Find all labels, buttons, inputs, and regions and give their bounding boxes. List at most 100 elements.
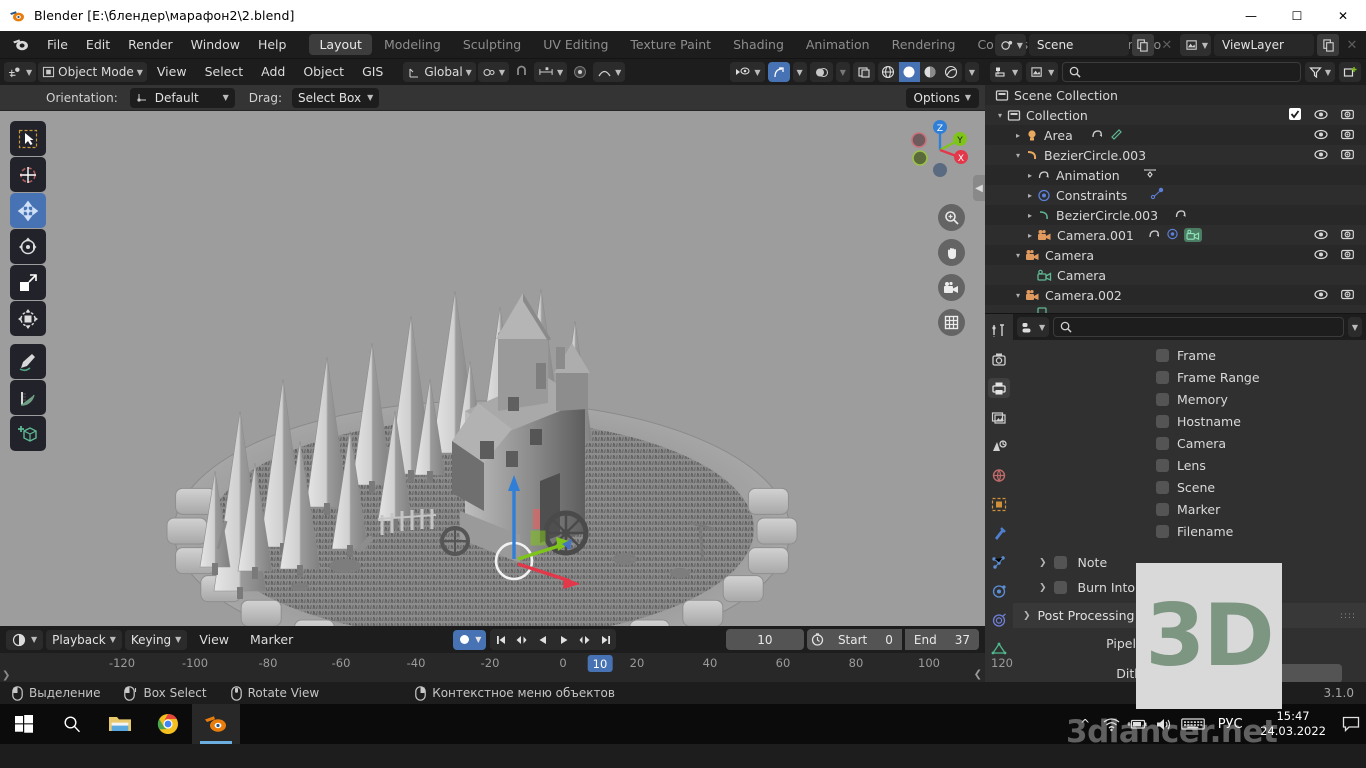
viewport-menu-select[interactable]: Select [197,62,252,82]
measure-tool[interactable] [10,380,46,415]
workspace-tab-layout[interactable]: Layout [309,34,372,55]
chevron-right-icon[interactable]: ❯ [1039,583,1047,593]
animation-icon[interactable] [1174,208,1188,223]
expand-triangle-icon[interactable]: ▾ [1011,151,1025,160]
viewport-options-button[interactable]: Options ▼ [905,87,979,108]
checkbox-icon[interactable] [1053,556,1067,569]
constraint-icon[interactable] [1166,228,1179,243]
menu-edit[interactable]: Edit [77,31,119,59]
expand-triangle-icon[interactable]: ▸ [1011,131,1025,140]
modifier-tab[interactable] [988,523,1010,543]
search-button[interactable] [48,704,96,744]
blender-menu-logo-icon[interactable] [8,36,32,53]
scene-tab[interactable] [988,436,1010,456]
properties-search-input[interactable] [1053,317,1344,337]
checkbox-icon[interactable] [1156,480,1169,494]
dot-line-icon[interactable] [1149,187,1165,203]
solid-shading-button[interactable] [898,62,920,82]
timeline-menu-marker[interactable]: Marker [241,630,302,650]
eye-icon[interactable] [1314,148,1328,163]
transform-tool[interactable] [10,301,46,336]
unlink-scene-button[interactable]: ✕ [1157,34,1177,56]
chevron-down-icon[interactable]: ❯ [1023,611,1031,621]
expand-triangle-icon[interactable]: ▾ [1011,251,1025,260]
workspace-tab-texture-paint[interactable]: Texture Paint [620,34,721,55]
outliner-row-scene-collection[interactable]: Scene Collection [985,85,1366,105]
gizmo-settings-dropdown[interactable]: ▼ [792,62,807,82]
eye-icon[interactable] [1314,228,1328,243]
checkbox-icon[interactable] [1289,107,1301,123]
eye-icon[interactable] [1314,128,1328,143]
blender-taskbar-button[interactable] [192,704,240,744]
outliner-row-camera[interactable]: ▾ Camera [985,245,1366,265]
keying-menu[interactable]: Keying ▼ [124,629,188,650]
expand-triangle-icon[interactable]: ▾ [1011,291,1025,300]
auto-keying-toggle[interactable]: ▼ [453,629,487,650]
checkbox-icon[interactable] [1156,436,1169,450]
move-tool[interactable] [10,193,46,228]
snap-pivot-button[interactable]: ▼ [477,62,509,82]
viewport-3d-canvas[interactable]: ◀ [0,111,985,626]
material-preview-shading-button[interactable] [920,62,941,82]
animation-icon[interactable] [1091,128,1104,143]
render-tab[interactable] [988,349,1010,369]
rendered-shading-button[interactable] [941,62,962,82]
timeline-expand-icon[interactable]: ❯ [2,670,10,681]
show-overlays-toggle[interactable] [809,62,833,82]
physics-tab[interactable] [988,581,1010,601]
workspace-tab-modeling[interactable]: Modeling [374,34,451,55]
timeline-menu-view[interactable]: View [190,630,238,650]
checkbox-row-frame-range[interactable]: Frame Range [1013,366,1366,388]
display-mode-selector[interactable]: ▼ [1026,62,1059,82]
jump-end-icon[interactable] [595,629,616,650]
shading-settings-dropdown[interactable]: ▼ [964,62,979,82]
outliner-editor-type-button[interactable]: ▼ [990,62,1023,82]
toggle-ortho-grid-icon[interactable] [938,309,965,336]
camera-render-icon[interactable] [1341,108,1354,123]
workspace-tab-rendering[interactable]: Rendering [882,34,966,55]
outliner-row-camera-002[interactable]: ▾ Camera.002 [985,285,1366,305]
viewport-menu-object[interactable]: Object [295,62,352,82]
object-tab[interactable] [988,494,1010,514]
camera-render-icon[interactable] [1341,148,1354,163]
chrome-button[interactable] [144,704,192,744]
snap-settings-button[interactable]: ▼ [533,62,568,82]
outliner-row-animation[interactable]: ▸ Animation [985,165,1366,185]
viewlayer-browse-icon[interactable]: ▼ [1179,34,1211,56]
eye-icon[interactable] [1314,288,1328,303]
viewport-menu-add[interactable]: Add [253,62,293,82]
camera-data-icon[interactable] [1183,228,1202,242]
snap-magnet-toggle[interactable] [511,62,532,82]
navigation-gizmo[interactable]: Z Y X [907,117,973,183]
workspace-tab-shading[interactable]: Shading [723,34,794,55]
menu-window[interactable]: Window [182,31,249,59]
jump-start-icon[interactable] [490,629,511,650]
checkbox-icon[interactable] [1156,502,1169,516]
checkbox-row-marker[interactable]: Marker [1013,498,1366,520]
drag-dropdown[interactable]: Select Box ▼ [291,87,380,108]
light-data-icon[interactable] [1110,128,1123,143]
outliner-search-input[interactable] [1062,62,1301,82]
expand-triangle-icon[interactable]: ▸ [1023,231,1037,240]
eye-icon[interactable] [1314,248,1328,263]
workspace-tab-sculpting[interactable]: Sculpting [453,34,531,55]
show-gizmo-toggle[interactable] [767,62,790,82]
play-icon[interactable] [553,629,574,650]
tool-tab[interactable] [988,320,1010,340]
timeline-editor-type-button[interactable]: ▼ [6,629,44,650]
expand-triangle-icon[interactable]: ▸ [1023,191,1037,200]
checkbox-row-memory[interactable]: Memory [1013,388,1366,410]
playhead[interactable]: 10 [587,655,613,672]
viewport-menu-view[interactable]: View [149,62,195,82]
checkbox-icon[interactable] [1156,348,1169,362]
outliner-row-area[interactable]: ▸ Area [985,125,1366,145]
current-frame-field[interactable]: 10 [725,629,804,650]
checkbox-icon[interactable] [1053,581,1067,594]
menu-file[interactable]: File [38,31,77,59]
zoom-icon[interactable] [938,204,965,231]
pan-hand-icon[interactable] [938,239,965,266]
file-explorer-button[interactable] [96,704,144,744]
checkbox-icon[interactable] [1156,392,1169,406]
add-cube-tool[interactable] [10,416,46,451]
workspace-tab-animation[interactable]: Animation [796,34,880,55]
